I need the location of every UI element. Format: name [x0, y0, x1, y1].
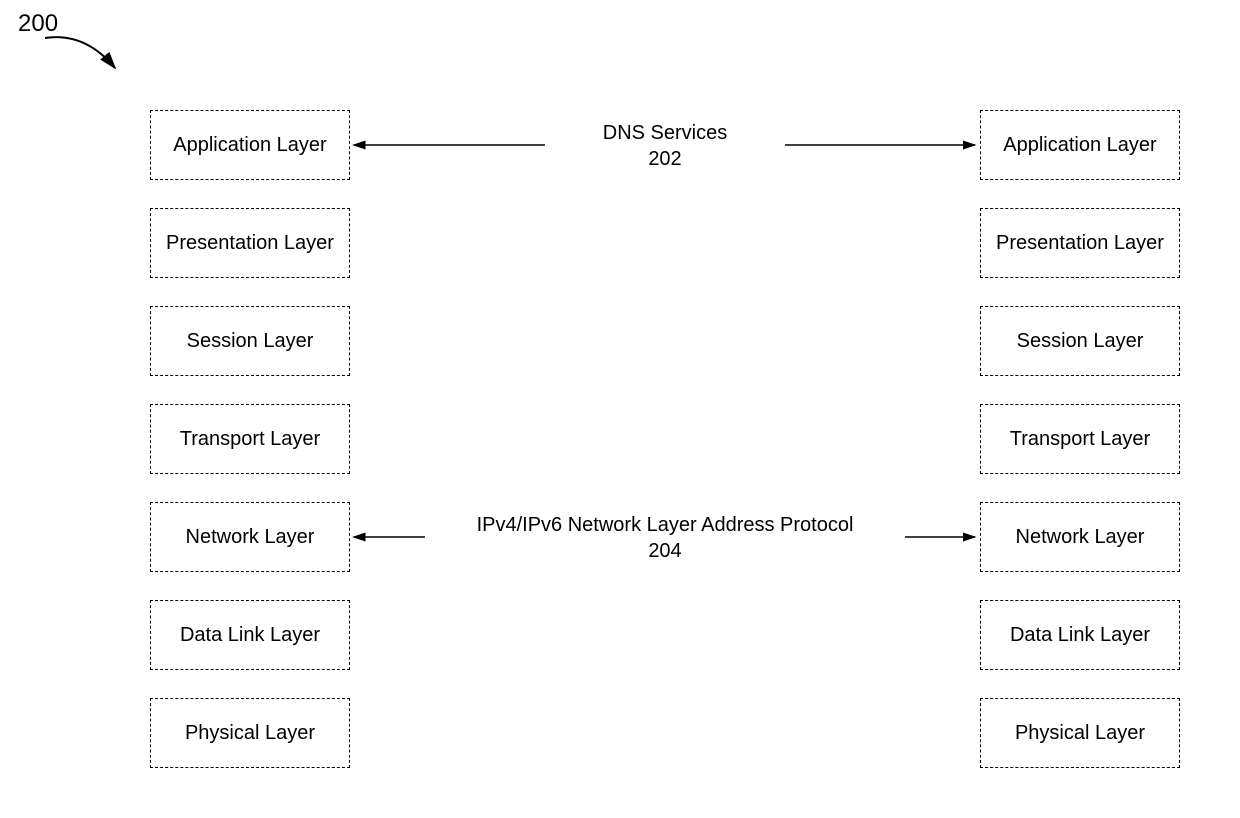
- right-session-layer: Session Layer: [980, 306, 1180, 376]
- right-physical-layer: Physical Layer: [980, 698, 1180, 768]
- figure-pointer-arrow: [40, 20, 130, 80]
- diagram-canvas: 200 Application Layer Presentation Layer…: [0, 0, 1240, 818]
- left-network-layer: Network Layer: [150, 502, 350, 572]
- dns-arrow-left: [350, 135, 550, 155]
- left-session-layer: Session Layer: [150, 306, 350, 376]
- right-transport-layer: Transport Layer: [980, 404, 1180, 474]
- ip-label: IPv4/IPv6 Network Layer Address Protocol…: [430, 512, 900, 564]
- ip-label-ref: 204: [430, 538, 900, 564]
- ip-arrow-left: [350, 527, 430, 547]
- right-network-layer: Network Layer: [980, 502, 1180, 572]
- dns-label: DNS Services 202: [550, 120, 780, 172]
- left-transport-layer: Transport Layer: [150, 404, 350, 474]
- dns-label-ref: 202: [550, 146, 780, 172]
- dns-label-title: DNS Services: [550, 120, 780, 146]
- right-application-layer: Application Layer: [980, 110, 1180, 180]
- left-physical-layer: Physical Layer: [150, 698, 350, 768]
- right-datalink-layer: Data Link Layer: [980, 600, 1180, 670]
- left-presentation-layer: Presentation Layer: [150, 208, 350, 278]
- right-presentation-layer: Presentation Layer: [980, 208, 1180, 278]
- left-datalink-layer: Data Link Layer: [150, 600, 350, 670]
- ip-arrow-right: [900, 527, 980, 547]
- left-application-layer: Application Layer: [150, 110, 350, 180]
- dns-arrow-right: [780, 135, 980, 155]
- ip-label-title: IPv4/IPv6 Network Layer Address Protocol: [430, 512, 900, 538]
